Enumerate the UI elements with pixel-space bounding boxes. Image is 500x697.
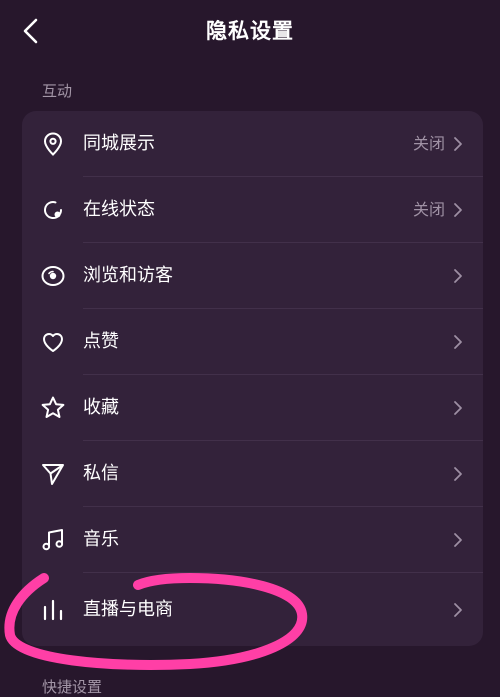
row-label: 同城展示 (83, 133, 155, 154)
settings-row-messages[interactable]: 私信 (22, 441, 483, 507)
section-label-interaction: 互动 (42, 82, 73, 100)
row-label: 点赞 (83, 331, 119, 352)
row-label: 直播与电商 (83, 599, 173, 620)
chevron-right-icon (454, 137, 462, 151)
chevron-right-icon (454, 203, 462, 217)
row-label: 私信 (83, 463, 119, 484)
row-label: 浏览和访客 (83, 265, 173, 286)
music-note-icon (42, 529, 64, 551)
chevron-right-icon (454, 603, 462, 617)
settings-row-music[interactable]: 音乐 (22, 507, 483, 573)
row-label: 在线状态 (83, 199, 155, 220)
chevron-right-icon (454, 467, 462, 481)
settings-row-favorites[interactable]: 收藏 (22, 375, 483, 441)
heart-icon (43, 333, 63, 352)
send-icon (42, 464, 64, 485)
location-pin-icon (43, 132, 63, 156)
online-status-icon (44, 201, 62, 219)
settings-row-views-visitors[interactable]: 浏览和访客 (22, 243, 483, 309)
row-value: 关闭 (412, 200, 445, 219)
page-title: 隐私设置 (206, 19, 294, 43)
settings-row-likes[interactable]: 点赞 (22, 309, 483, 375)
bar-chart-icon (43, 599, 63, 621)
chevron-right-icon (454, 269, 462, 283)
settings-row-online-status[interactable]: 在线状态 关闭 (22, 177, 483, 243)
star-icon (41, 396, 65, 418)
row-label: 音乐 (83, 529, 119, 550)
chevron-right-icon (454, 533, 462, 547)
chevron-right-icon (454, 335, 462, 349)
header-bar: 隐私设置 (0, 0, 500, 66)
row-value: 关闭 (412, 134, 445, 153)
row-divider (83, 572, 483, 573)
chevron-right-icon (454, 401, 462, 415)
settings-row-live-ecommerce[interactable]: 直播与电商 (22, 577, 483, 643)
section-label-quick-settings: 快捷设置 (42, 678, 103, 696)
row-label: 收藏 (83, 397, 119, 418)
eye-icon (41, 266, 65, 286)
settings-row-local-display[interactable]: 同城展示 关闭 (22, 111, 483, 177)
settings-card: 同城展示 关闭 在线状态 关闭 浏览和访客 点赞 收藏 私信 音乐 直播与电商 (22, 111, 483, 646)
